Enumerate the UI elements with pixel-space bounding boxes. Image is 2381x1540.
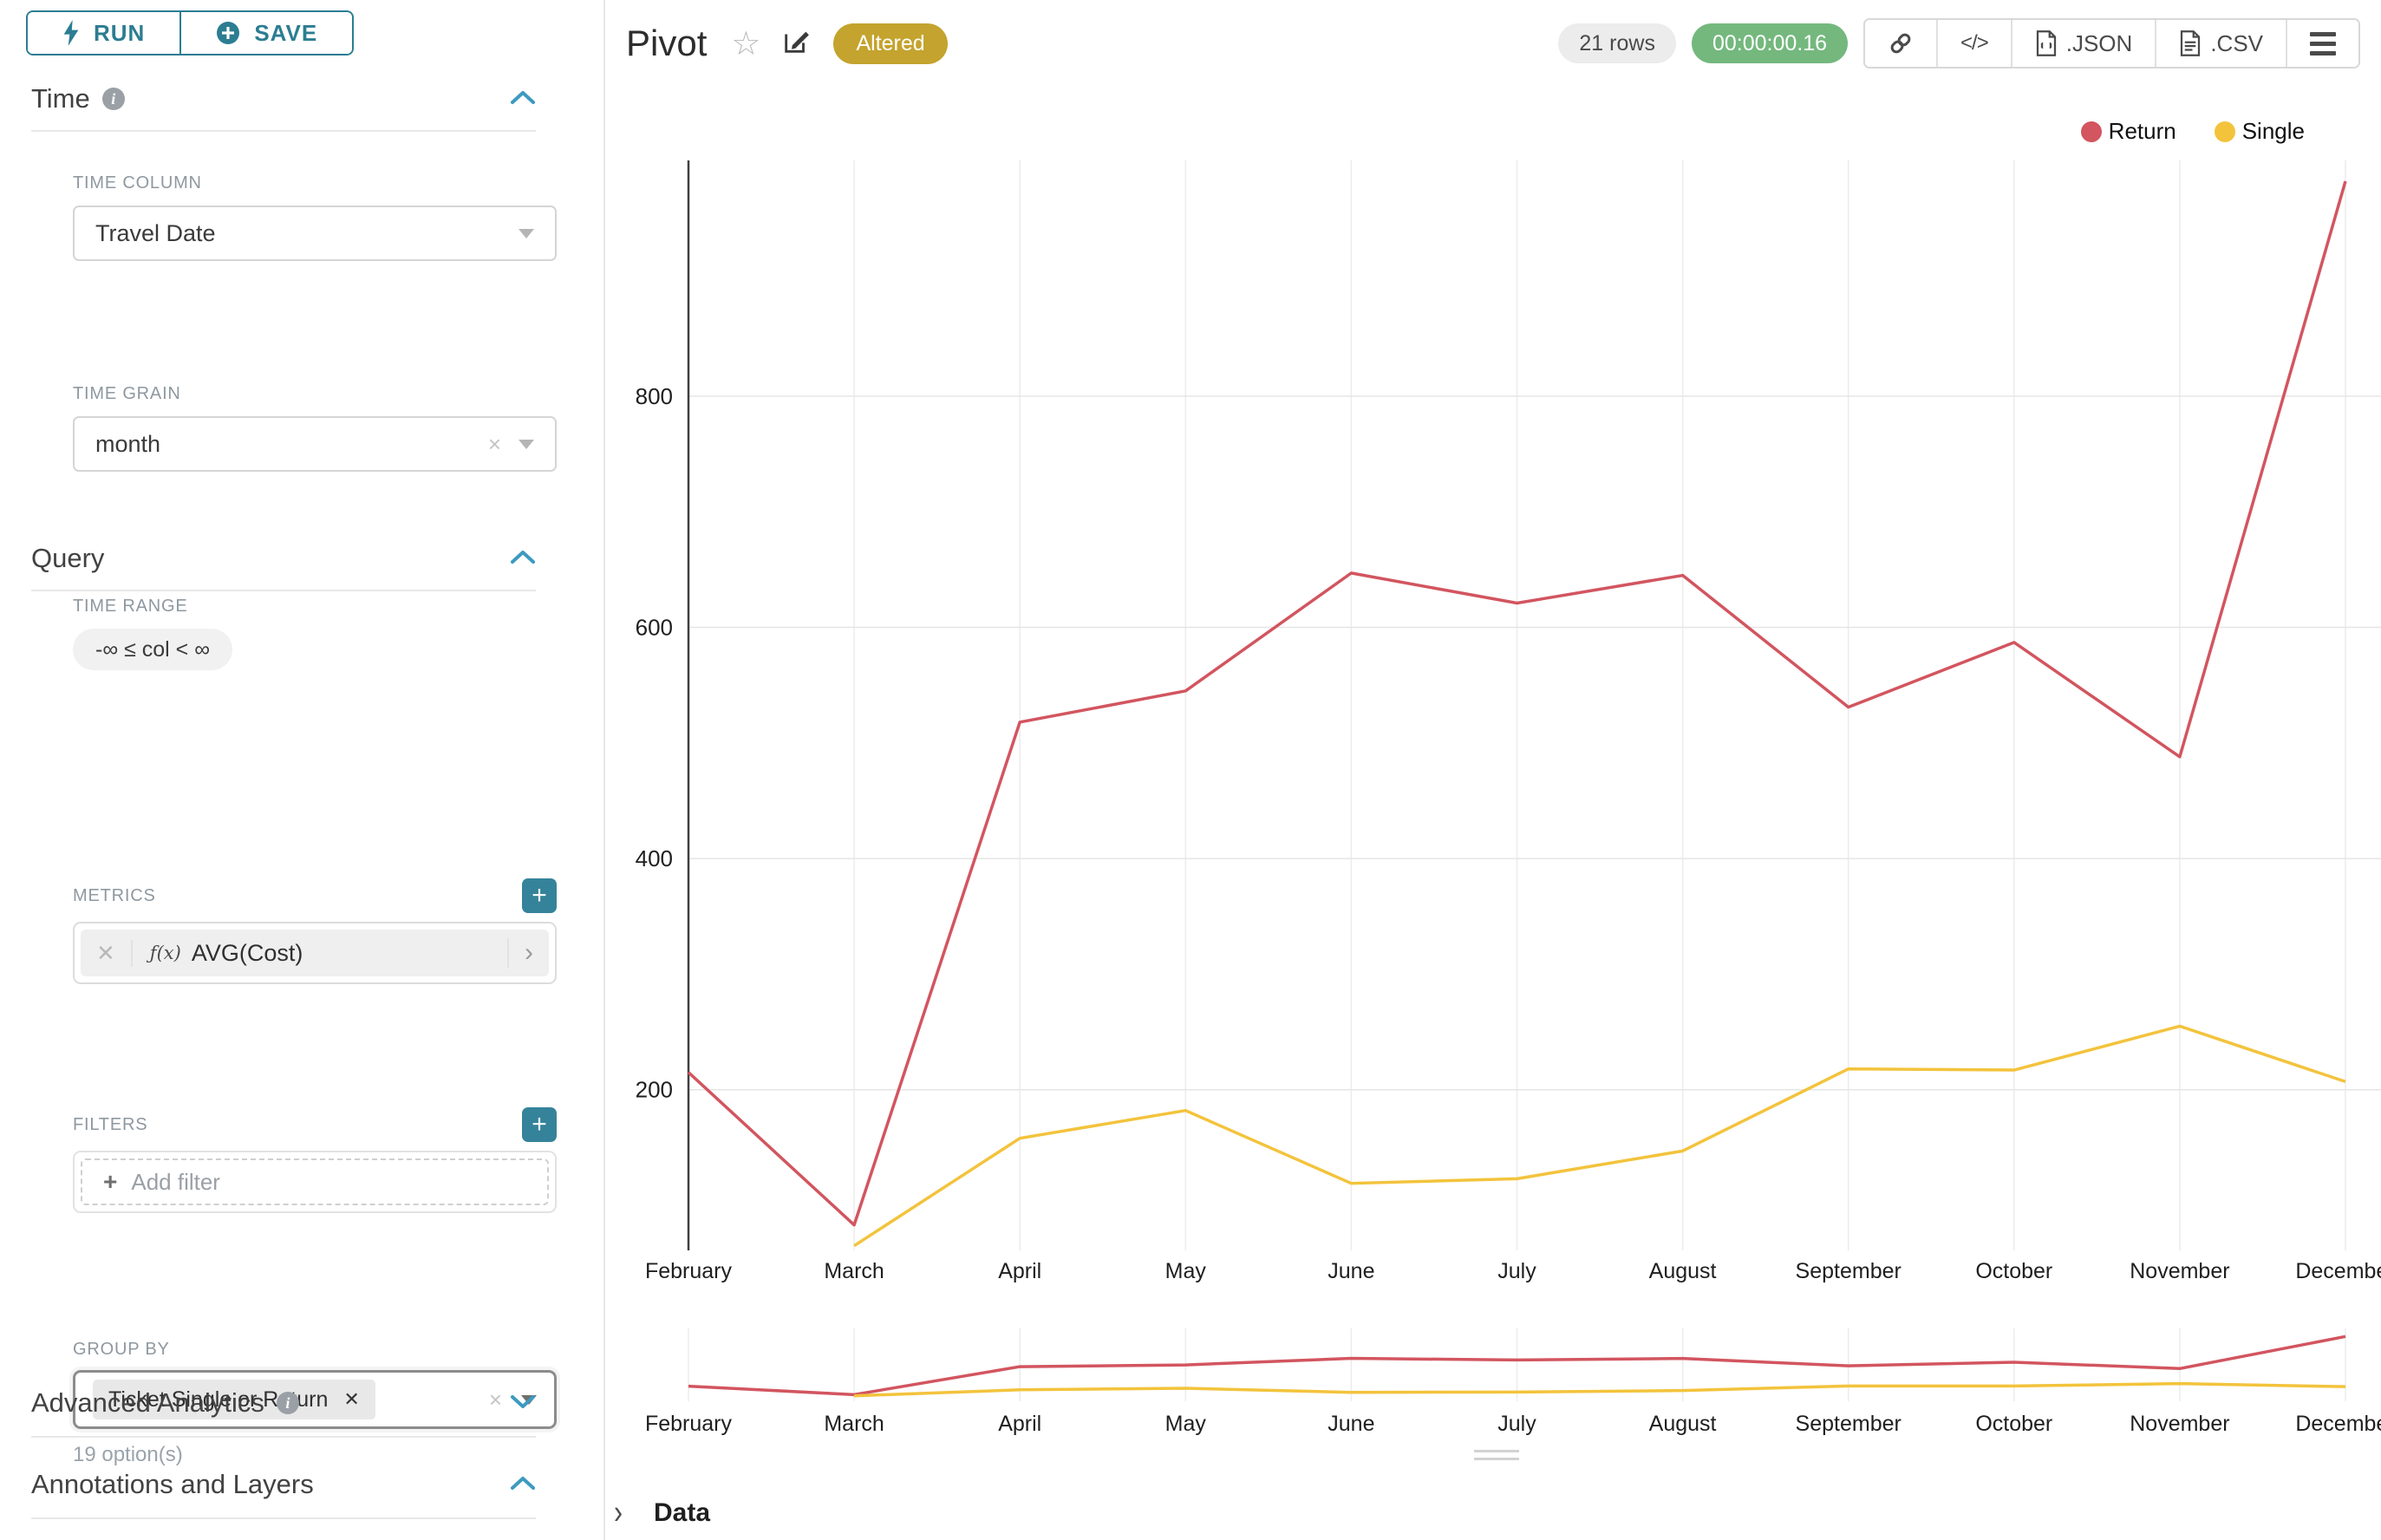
x-axis-label: April (998, 1412, 1041, 1436)
control-sidebar: RUN SAVE Time i TIME COLUMN (0, 0, 605, 1540)
share-link-button[interactable] (1865, 20, 1936, 67)
x-axis-label: September (1796, 1412, 1902, 1436)
y-axis-label: 400 (636, 845, 673, 871)
time-grain-select[interactable]: month × (73, 416, 557, 472)
data-panel-label: Data (654, 1498, 710, 1528)
data-panel-toggle[interactable]: › Data (614, 1498, 710, 1528)
metrics-label: METRICS (73, 886, 156, 906)
chart-title[interactable]: Pivot (626, 23, 707, 64)
x-axis-label: February (645, 1259, 733, 1283)
x-axis-label: May (1165, 1412, 1207, 1436)
line-chart[interactable]: February March April May June July August Septe… (607, 61, 2381, 1283)
x-axis-label: November (2130, 1412, 2229, 1436)
x-axis-label: December (2295, 1412, 2381, 1436)
time-grain-label: TIME GRAIN (73, 384, 557, 404)
time-column-label: TIME COLUMN (73, 173, 557, 193)
json-file-icon (2035, 30, 2058, 56)
remove-metric-icon[interactable]: ✕ (96, 940, 133, 967)
y-axis-label: 800 (636, 383, 673, 409)
export-csv-button[interactable]: .CSV (2155, 20, 2286, 67)
chart-menu-button[interactable] (2286, 20, 2358, 67)
advanced-analytics-title: Advanced Analytics (31, 1387, 264, 1419)
x-axis-label: September (1796, 1259, 1902, 1283)
x-axis-label: March (824, 1412, 884, 1436)
save-button[interactable]: SAVE (179, 12, 352, 54)
time-column-select[interactable]: Travel Date (73, 206, 557, 261)
edit-pencil-icon[interactable] (781, 27, 811, 61)
hamburger-menu-icon (2310, 32, 2336, 55)
metric-item[interactable]: ✕ ƒ(x) AVG(Cost) › (73, 922, 557, 984)
time-range-pill[interactable]: -∞ ≤ col < ∞ (73, 629, 232, 670)
x-axis-label: February (645, 1412, 733, 1436)
chevron-up-icon[interactable] (510, 1475, 536, 1495)
favorite-star-icon[interactable]: ☆ (731, 24, 760, 63)
run-save-group: RUN SAVE (26, 10, 354, 55)
run-button[interactable]: RUN (28, 12, 179, 54)
add-metric-plus-button[interactable]: + (522, 878, 557, 913)
chart-panel: Pivot ☆ Altered 21 rows 00:00:00.16 </> (607, 0, 2381, 1540)
plus-icon: + (103, 1168, 117, 1196)
chevron-down-icon (519, 229, 534, 238)
query-timer-badge: 00:00:00.16 (1692, 23, 1848, 63)
chevron-right-icon[interactable]: › (507, 938, 533, 968)
export-json-button[interactable]: .JSON (2011, 20, 2156, 67)
link-icon (1888, 30, 1914, 56)
chevron-up-icon[interactable] (510, 549, 536, 569)
group-by-options-hint: 19 option(s) (73, 1443, 557, 1467)
x-axis-label: November (2130, 1259, 2229, 1283)
time-range-label: TIME RANGE (73, 597, 557, 617)
csv-file-icon (2179, 30, 2202, 56)
add-filter-label: Add filter (131, 1169, 220, 1196)
x-axis-label: June (1327, 1259, 1374, 1283)
export-json-label: .JSON (2066, 30, 2133, 57)
time-section-title: Time (31, 83, 90, 114)
fx-icon: ƒ(x) (150, 943, 181, 963)
altered-badge[interactable]: Altered (833, 23, 947, 64)
export-csv-label: .CSV (2210, 30, 2263, 57)
x-axis-label: May (1165, 1259, 1207, 1283)
x-axis-label: April (998, 1259, 1041, 1283)
series-line-single (854, 1384, 2345, 1396)
x-axis-label: June (1327, 1412, 1374, 1436)
x-axis-label: August (1649, 1259, 1717, 1283)
plus-circle-icon (216, 21, 240, 45)
clear-icon[interactable]: × (488, 433, 501, 455)
filters-label: FILTERS (73, 1115, 147, 1135)
series-line-single (854, 1026, 2345, 1245)
annotations-layers-title: Annotations and Layers (31, 1469, 314, 1500)
x-axis-label: July (1497, 1259, 1536, 1283)
chevron-right-icon: › (614, 1494, 623, 1532)
y-axis-label: 600 (636, 615, 673, 641)
add-filter-plus-button[interactable]: + (522, 1107, 557, 1142)
view-query-button[interactable]: </> (1936, 20, 2011, 67)
x-axis-label: August (1649, 1412, 1717, 1436)
filter-dropzone: + Add filter (73, 1151, 557, 1213)
time-column-value: Travel Date (95, 220, 216, 247)
info-icon: i (102, 88, 125, 110)
chart-brush-preview[interactable]: February March April May June July August Septe… (607, 1316, 2381, 1446)
x-axis-label: March (824, 1259, 884, 1283)
x-axis-label: October (1975, 1412, 2052, 1436)
x-axis-label: October (1975, 1259, 2052, 1283)
metric-name: AVG(Cost) (192, 940, 303, 967)
info-icon: i (277, 1392, 299, 1414)
query-section-title: Query (31, 543, 104, 574)
resize-handle[interactable] (1474, 1450, 1519, 1465)
y-axis-label: 200 (636, 1077, 673, 1103)
chevron-up-icon[interactable] (510, 89, 536, 109)
time-grain-value: month (95, 431, 160, 458)
group-by-label: GROUP BY (73, 1340, 557, 1360)
x-axis-label: July (1497, 1412, 1536, 1436)
chevron-down-icon (519, 440, 534, 449)
run-button-label: RUN (94, 20, 145, 47)
chevron-down-icon[interactable] (510, 1393, 536, 1413)
x-axis-label: December (2295, 1259, 2381, 1283)
lightning-bolt-icon (62, 20, 80, 46)
row-count-badge: 21 rows (1558, 23, 1676, 63)
add-filter-button[interactable]: + Add filter (81, 1158, 549, 1205)
save-button-label: SAVE (254, 20, 317, 47)
explore-view: RUN SAVE Time i TIME COLUMN (0, 0, 2381, 1540)
code-icon: </> (1960, 31, 1988, 55)
